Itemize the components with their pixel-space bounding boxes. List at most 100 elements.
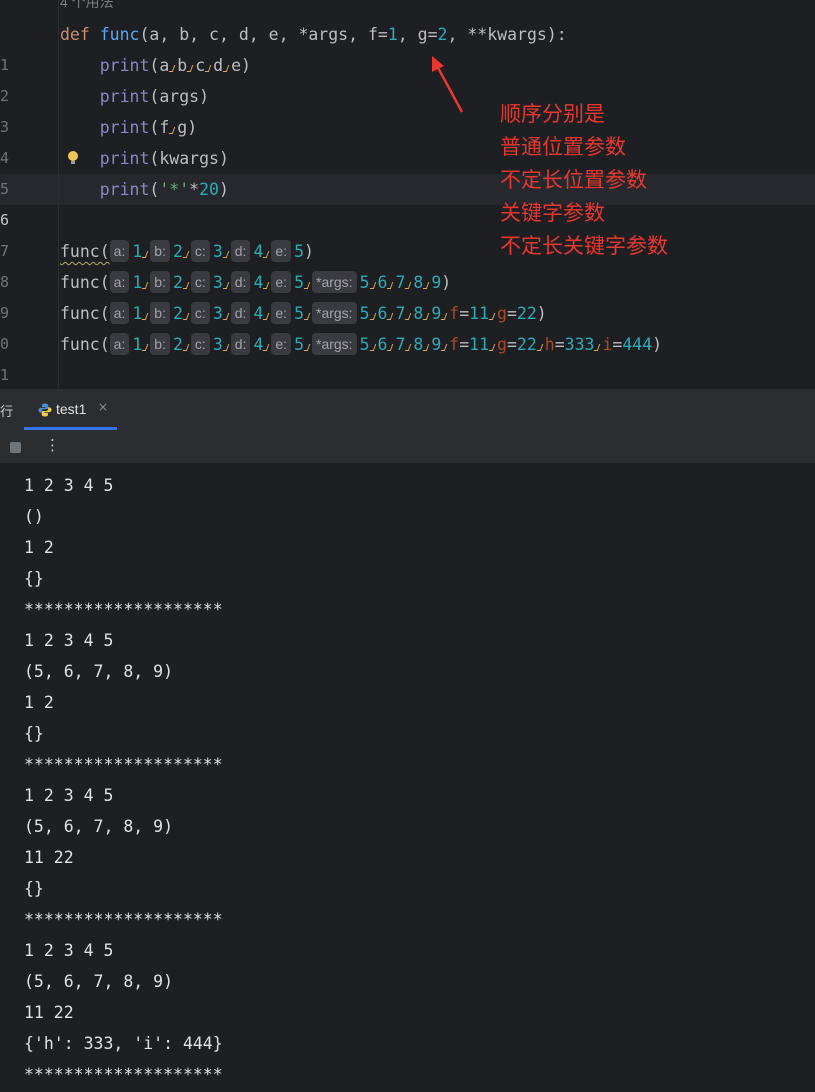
- arg-value: 11: [469, 304, 490, 323]
- arg-value: 5: [359, 304, 370, 323]
- operator: *: [189, 180, 200, 199]
- run-toolbar: ⋮: [0, 430, 815, 464]
- arg-value: 1: [132, 242, 143, 261]
- arg-text: (args): [149, 87, 210, 106]
- param-hint: a:: [109, 240, 130, 262]
- usages-hint[interactable]: 4 个用法: [60, 0, 114, 12]
- code-line-2[interactable]: 2 print(a b c d e): [0, 50, 815, 105]
- params-text: , g=: [397, 25, 438, 44]
- console-line: 11 22: [24, 1003, 74, 1022]
- builtin-print: print: [99, 56, 150, 75]
- param-hint: c:: [190, 240, 210, 262]
- arg-value: 5: [359, 335, 370, 354]
- comma-hint: [370, 280, 378, 290]
- param-hint: c:: [190, 333, 210, 355]
- param-hint: b:: [150, 333, 170, 355]
- arg-value: 7: [395, 304, 406, 323]
- arg-value: 6: [377, 335, 388, 354]
- g-default: 2: [437, 25, 448, 44]
- arg-value: 5: [294, 335, 304, 354]
- comma-hint: [142, 311, 150, 321]
- code-line-12[interactable]: 2: [0, 360, 815, 388]
- code-line-1[interactable]: 1 def func(a, b, c, d, e, *args, f=1, g=…: [0, 19, 815, 74]
- console-line: 1 2 3 4 5: [24, 631, 114, 650]
- comma-hint: [594, 342, 602, 352]
- lightbulb-icon[interactable]: [68, 151, 78, 165]
- keyword-def: def: [60, 25, 90, 44]
- param-hint: a:: [109, 271, 130, 293]
- comma-hint: [223, 249, 231, 259]
- code-line-3[interactable]: 3 print(args): [0, 81, 815, 136]
- comma-hint: [489, 342, 497, 352]
- arg-value: 5: [294, 304, 304, 323]
- arg-text: d: [213, 56, 224, 75]
- arg-value: 5: [359, 273, 370, 292]
- operator: =: [612, 335, 623, 354]
- comma-hint: [423, 311, 431, 321]
- run-label: 行: [0, 405, 14, 420]
- python-icon: [38, 403, 52, 417]
- arg-value: 9: [431, 304, 442, 323]
- kwarg-name: h: [544, 335, 555, 354]
- tab-label: test1: [56, 401, 87, 417]
- comma-hint: [387, 280, 395, 290]
- arg-value: 2: [172, 304, 183, 323]
- console-line: 11 22: [24, 848, 74, 867]
- arg-value: 3: [212, 242, 223, 261]
- code-line-8[interactable]: 8 func(a: 1 b: 2 c: 3 d: 4 e: 5): [0, 236, 815, 291]
- arg-value: 4: [253, 273, 264, 292]
- code-line-4[interactable]: 4 print(f g): [0, 112, 815, 167]
- kwarg-name: f: [449, 335, 460, 354]
- comma-hint: [405, 311, 413, 321]
- code-line-5[interactable]: 5 print(kwargs): [0, 143, 815, 198]
- comma-hint: [223, 280, 231, 290]
- console-line: ********************: [24, 755, 223, 774]
- comma-hint: [263, 280, 271, 290]
- arg-text: e): [231, 56, 251, 75]
- console-output[interactable]: 1 2 3 4 5 () 1 2 {} ******************** 1 2 …: [0, 465, 815, 1092]
- console-line: {}: [24, 879, 44, 898]
- tab-test1[interactable]: test1 ×: [24, 389, 117, 431]
- builtin-print: print: [99, 118, 150, 137]
- annotation-line: 关键字参数: [500, 201, 605, 225]
- console-line: ********************: [24, 910, 223, 929]
- arg-value: 4: [253, 242, 264, 261]
- param-hint: a:: [109, 333, 130, 355]
- comma-hint: [304, 342, 312, 352]
- operator: =: [554, 335, 565, 354]
- annotation-line: 普通位置参数: [500, 135, 626, 159]
- more-options-icon[interactable]: ⋮: [45, 436, 60, 454]
- param-hint: d:: [230, 271, 251, 293]
- param-hint: c:: [190, 271, 210, 293]
- operator: =: [459, 335, 470, 354]
- arg-text: (kwargs): [149, 149, 229, 168]
- code-editor[interactable]: 4 个用法 1 def func(a, b, c, d, e, *args, f…: [0, 0, 815, 388]
- comma-hint: [183, 249, 191, 259]
- arg-value: 8: [413, 273, 424, 292]
- code-line-7[interactable]: 7: [0, 205, 815, 260]
- arg-value: 1: [132, 335, 143, 354]
- run-tool-window-tabs: 行 test1 ×: [0, 388, 815, 430]
- arg-text: g): [177, 118, 198, 137]
- console-line: 1 2: [24, 693, 54, 712]
- arg-value: 3: [212, 304, 223, 323]
- stop-icon[interactable]: [10, 442, 21, 453]
- arg-text: (a: [149, 56, 170, 75]
- arg-text: c: [195, 56, 206, 75]
- console-line: 1 2 3 4 5: [24, 786, 114, 805]
- code-line-9[interactable]: 9 func(a: 1 b: 2 c: 3 d: 4 e: 5 *args: 5 6 7 8 9): [0, 267, 815, 322]
- comma-hint: [441, 311, 449, 321]
- console-line: {}: [24, 569, 44, 588]
- param-hint: d:: [230, 302, 251, 324]
- code-line-10[interactable]: 0 func(a: 1 b: 2 c: 3 d: 4 e: 5 *args: 5 6 7 8 9 f=11 g=2…: [0, 298, 815, 353]
- arg-value: 9: [431, 273, 442, 292]
- call-func: func(: [60, 273, 110, 292]
- comma-hint: [405, 342, 413, 352]
- close-icon[interactable]: ×: [98, 400, 108, 414]
- code-line-6[interactable]: 6 print('*'*20): [0, 174, 815, 229]
- kwarg-name: f: [449, 304, 460, 323]
- arg-text: (: [149, 180, 160, 199]
- param-hint: b:: [150, 302, 170, 324]
- function-name: func: [99, 25, 140, 44]
- code-line-11[interactable]: 1 func(a: 1 b: 2 c: 3 d: 4 e: 5 *args: 5 6 7 8 9 f=11 g=2…: [0, 329, 815, 384]
